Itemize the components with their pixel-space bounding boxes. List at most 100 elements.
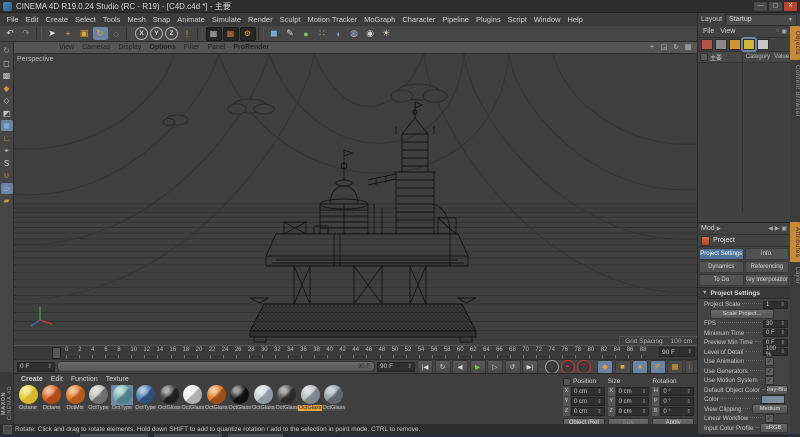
materials-menu-texture[interactable]: Texture xyxy=(103,376,132,383)
ruler-tick-68[interactable]: 68 xyxy=(509,346,522,359)
axis-mode-icon[interactable]: ∟ xyxy=(1,133,13,144)
search-icon[interactable]: ○ xyxy=(776,28,780,35)
timeline-ruler[interactable]: 0246810121416182022242628303234363840424… xyxy=(14,345,697,359)
lock-y-axis-icon[interactable]: Y xyxy=(150,27,163,40)
material-swatch[interactable]: OctGlass xyxy=(299,385,321,411)
coord-field[interactable]: 0 cm⇕ xyxy=(571,387,605,396)
attr-tab-project-settings[interactable]: Project Settings xyxy=(699,248,744,260)
play-mode-icon[interactable]: ↻ xyxy=(435,360,451,374)
menu-animate[interactable]: Animate xyxy=(174,15,209,24)
material-swatch[interactable]: OctMix xyxy=(64,385,86,411)
magnet-icon[interactable]: ∪ xyxy=(1,170,13,181)
points-mode-icon[interactable]: ◆ xyxy=(1,83,13,94)
menu-script[interactable]: Script xyxy=(504,15,530,24)
pen-icon[interactable] xyxy=(757,39,769,50)
attr-field[interactable]: 30⇕ xyxy=(763,320,788,328)
category-value-area[interactable]: Category Value xyxy=(743,52,790,212)
menu-create[interactable]: Create xyxy=(42,15,72,24)
viewport-menu-cameras[interactable]: Cameras xyxy=(79,44,113,51)
menu-simulate[interactable]: Simulate xyxy=(208,15,244,24)
render-view-icon[interactable]: ▦ xyxy=(206,27,222,41)
ruler-tick-6[interactable]: 6 xyxy=(104,346,117,359)
selection-tag-icon[interactable] xyxy=(743,39,755,50)
material-swatch[interactable]: OctGlass xyxy=(252,385,274,411)
spinner-icon[interactable]: ⇕ xyxy=(780,340,785,346)
ruler-tick-28[interactable]: 28 xyxy=(248,346,261,359)
environment-icon[interactable]: ◍ xyxy=(347,27,362,40)
spinner-icon[interactable]: ⇕ xyxy=(686,389,691,395)
coord-field[interactable]: 0 °⇕ xyxy=(660,397,694,406)
ruler-tick-70[interactable]: 70 xyxy=(522,346,535,359)
scene-browser-icon[interactable] xyxy=(715,39,727,50)
lock-workplane-icon[interactable]: ▰ xyxy=(1,195,13,206)
coord-field[interactable]: 0 cm⇕ xyxy=(616,387,650,396)
side-tab-attributes[interactable]: Attributes xyxy=(790,222,800,262)
attr-dropdown-view-clipping[interactable]: Medium xyxy=(752,404,788,414)
redo-icon[interactable]: ↷ xyxy=(19,27,34,40)
menu-help[interactable]: Help xyxy=(564,15,586,24)
attr-tab-info[interactable]: Info. xyxy=(745,248,790,260)
menu-window[interactable]: Window xyxy=(530,15,564,24)
menu-pipeline[interactable]: Pipeline xyxy=(439,15,473,24)
ruler-tick-60[interactable]: 60 xyxy=(457,346,470,359)
pan-view-icon[interactable]: + xyxy=(647,43,657,52)
spinner-icon[interactable]: ⇕ xyxy=(687,349,692,355)
menu-mograph[interactable]: MoGraph xyxy=(361,15,399,24)
viewport-menu-display[interactable]: Display xyxy=(115,44,144,51)
play-reverse-icon[interactable]: ↺ xyxy=(505,360,521,374)
camera-icon[interactable]: ◉ xyxy=(363,27,378,40)
attr-tab-key-interpolation[interactable]: Key Interpolation xyxy=(745,274,790,286)
attr-tab-dynamics[interactable]: Dynamics xyxy=(699,261,744,273)
move-tool-icon[interactable]: + xyxy=(61,27,76,40)
coord-field[interactable]: 0 °⇕ xyxy=(660,387,694,396)
forward-arrow-icon[interactable]: ▶ xyxy=(775,225,780,232)
viewport-solo-icon[interactable]: ⌖ xyxy=(1,145,13,156)
material-swatch[interactable]: OctGlass xyxy=(229,385,251,411)
ruler-tick-4[interactable]: 4 xyxy=(91,346,104,359)
spinner-icon[interactable]: ⇕ xyxy=(47,364,52,370)
attr-checkbox[interactable]: ✓ xyxy=(765,357,774,366)
ruler-tick-80[interactable]: 80 xyxy=(588,346,601,359)
ruler-tick-22[interactable]: 22 xyxy=(209,346,222,359)
add-primitive-icon[interactable]: ◼ xyxy=(267,27,282,40)
attr-field[interactable]: 100 %⇕ xyxy=(763,348,788,356)
ruler-tick-16[interactable]: 16 xyxy=(170,346,183,359)
max-time-field[interactable]: 90 F ⇕ xyxy=(659,347,695,357)
ruler-tick-0[interactable]: 0 xyxy=(65,346,78,359)
ruler-tick-46[interactable]: 46 xyxy=(365,346,378,359)
playhead-handle[interactable] xyxy=(52,347,61,359)
spinner-icon[interactable]: ⇕ xyxy=(597,409,602,415)
spinner-icon[interactable]: ⇕ xyxy=(780,349,785,355)
menu-tools[interactable]: Tools xyxy=(99,15,124,24)
color-swatch[interactable] xyxy=(761,395,785,404)
ruler-tick-40[interactable]: 40 xyxy=(326,346,339,359)
texture-mode-icon[interactable]: ▩ xyxy=(1,70,13,81)
ruler-tick-20[interactable]: 20 xyxy=(196,346,209,359)
material-swatch[interactable]: OctType xyxy=(135,385,157,411)
ruler-tick-42[interactable]: 42 xyxy=(339,346,352,359)
spinner-icon[interactable]: ⇕ xyxy=(686,399,691,405)
layer-icon[interactable] xyxy=(700,53,708,61)
attr-tab-to-do[interactable]: To Do xyxy=(699,274,744,286)
snap-icon[interactable]: S xyxy=(1,158,13,169)
spinner-icon[interactable]: ⇕ xyxy=(780,302,785,308)
ruler-tick-54[interactable]: 54 xyxy=(418,346,431,359)
coord-field[interactable]: 0 °⇕ xyxy=(660,407,694,416)
coord-field[interactable]: 0 cm⇕ xyxy=(616,407,650,416)
start-frame-field[interactable]: 0 F ⇕ xyxy=(17,362,55,372)
ruler-tick-26[interactable]: 26 xyxy=(235,346,248,359)
ruler-tick-86[interactable]: 86 xyxy=(627,346,640,359)
spinner-icon[interactable]: ⇕ xyxy=(780,321,785,327)
key-position-icon[interactable]: ◆ xyxy=(597,360,613,374)
materials-menu-function[interactable]: Function xyxy=(68,376,101,383)
viewport-menu-view[interactable]: View xyxy=(56,44,77,51)
goto-start-icon[interactable]: |◀ xyxy=(417,360,433,374)
attr-checkbox[interactable]: ✓ xyxy=(765,414,774,423)
ruler-tick-14[interactable]: 14 xyxy=(156,346,169,359)
ruler-tick-88[interactable]: 88 xyxy=(640,346,653,359)
add-spline-icon[interactable]: ✎ xyxy=(283,27,298,40)
live-selection-icon[interactable]: ➤ xyxy=(45,27,60,40)
viewport-menu-panel[interactable]: Panel xyxy=(204,44,228,51)
goto-end-icon[interactable]: ▶| xyxy=(522,360,538,374)
material-swatch[interactable]: OctGlass xyxy=(182,385,204,411)
